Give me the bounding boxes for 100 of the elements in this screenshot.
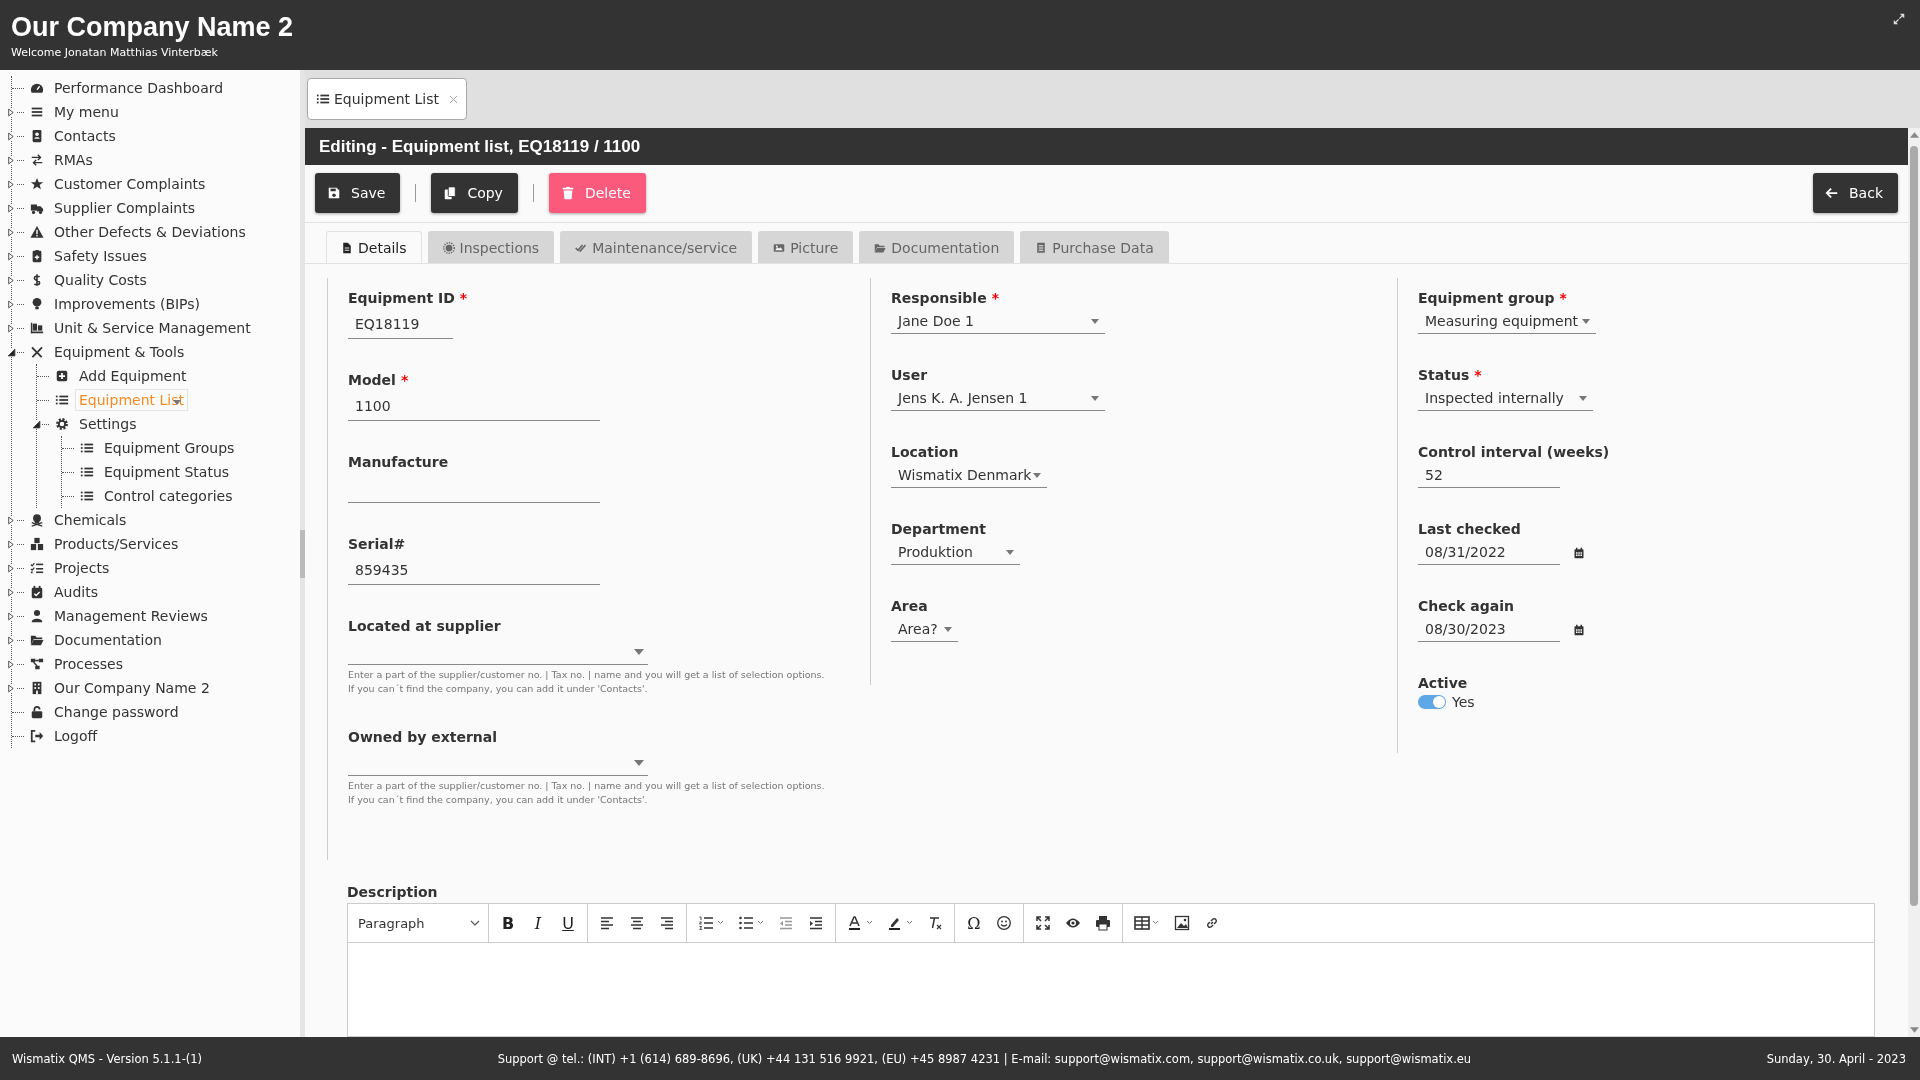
date-text: Sunday, 30. April - 2023 [1766, 1051, 1906, 1066]
fullscreen-icon[interactable] [1892, 12, 1906, 26]
welcome-text: Welcome Jonatan Matthias Vinterbæk [11, 46, 219, 59]
bullet-list-icon[interactable] [737, 915, 765, 931]
scroll-up-icon[interactable] [1909, 132, 1919, 138]
sidebar-item[interactable]: Chemicals [50, 509, 131, 531]
sidebar-item[interactable]: Quality Costs [50, 269, 151, 291]
dropdown[interactable]: Area? [891, 617, 959, 642]
field-label: Serial# [348, 536, 406, 552]
font-color-icon[interactable] [846, 915, 874, 931]
dropdown[interactable]: Produktion [891, 540, 1020, 565]
text-field[interactable]: 859435 [348, 555, 601, 585]
receipt-icon [1035, 241, 1048, 254]
plus-square-icon [55, 369, 69, 383]
sidebar-item[interactable]: My menu [50, 101, 123, 123]
field-label: Control interval (weeks) [1418, 444, 1610, 460]
sidebar-item[interactable]: RMAs [50, 149, 97, 171]
toggle-switch[interactable] [1418, 695, 1446, 709]
back-button[interactable]: Back [1813, 173, 1898, 213]
text-field[interactable]: 1100 [348, 391, 601, 421]
dropdown[interactable]: Jens K. A. Jensen 1 [891, 386, 1106, 411]
emoji-icon[interactable] [995, 915, 1013, 931]
sidebar-item[interactable]: Unit & Service Management [50, 317, 255, 339]
print-icon[interactable] [1094, 915, 1112, 931]
text-field[interactable]: 52 [1418, 463, 1561, 488]
format-dropdown[interactable]: Paragraph [348, 904, 489, 942]
scrollbar[interactable] [1908, 128, 1920, 1037]
special-character-button[interactable]: Ω [965, 913, 983, 933]
clipboard-icon [30, 249, 44, 263]
field-label: Manufacture [348, 454, 449, 470]
align-center-icon[interactable] [628, 915, 646, 931]
underline-button[interactable]: U [559, 913, 577, 933]
document-icon [341, 241, 353, 254]
dropdown[interactable]: Measuring equipment [1418, 309, 1596, 334]
sidebar-item[interactable]: Audits [50, 581, 102, 603]
sidebar-item[interactable]: Supplier Complaints [50, 197, 199, 219]
save-button[interactable]: Save [315, 173, 401, 213]
sidebar-item[interactable]: Contacts [50, 125, 120, 147]
sidebar-item[interactable]: Our Company Name 2 [50, 677, 214, 699]
tab[interactable]: Picture [758, 231, 854, 263]
chevron-icon [470, 920, 480, 926]
tab[interactable]: Documentation [859, 231, 1015, 263]
outdent-icon[interactable] [777, 915, 795, 931]
list-icon [316, 92, 330, 106]
contact-card-icon [30, 129, 44, 143]
required-mark: * [459, 290, 468, 306]
scrollbar[interactable] [300, 70, 305, 1037]
bold-button[interactable]: B [499, 913, 517, 933]
sidebar-item[interactable]: Projects [50, 557, 114, 579]
field-label: Location [891, 444, 959, 460]
sidebar-item[interactable]: Documentation [50, 629, 166, 651]
sidebar-item[interactable]: Equipment & Tools [50, 341, 189, 363]
table-icon[interactable] [1133, 915, 1161, 931]
sidebar-item[interactable]: Add Equipment [75, 365, 191, 387]
sidebar-item[interactable]: Equipment Groups [100, 437, 239, 459]
dropdown[interactable]: Wismatix Denmark [891, 463, 1047, 488]
sidebar-item[interactable]: Safety Issues [50, 245, 151, 267]
copy-button[interactable]: Copy [431, 173, 518, 213]
calendar-icon[interactable] [1573, 623, 1586, 636]
sidebar-item[interactable]: Performance Dashboard [50, 77, 228, 99]
date-field[interactable]: 08/31/2022 [1418, 540, 1561, 565]
highlighter-icon[interactable] [886, 915, 914, 931]
sidebar-item[interactable]: Products/Services [50, 533, 183, 555]
tab[interactable]: Purchase Data [1020, 231, 1169, 263]
sidebar-item[interactable]: Customer Complaints [50, 173, 210, 195]
sidebar-item[interactable]: Control categories [100, 485, 237, 507]
indent-icon[interactable] [807, 915, 825, 931]
sidebar-item[interactable]: Logoff [50, 725, 102, 747]
tab[interactable]: Maintenance/service [560, 231, 753, 263]
fullscreen-icon[interactable] [1034, 915, 1052, 931]
dropdown[interactable]: Inspected internally [1418, 386, 1594, 411]
scroll-down-icon[interactable] [1909, 1027, 1919, 1033]
align-right-icon[interactable] [658, 915, 676, 931]
calendar-icon[interactable] [1573, 546, 1586, 559]
open-tab[interactable]: Equipment List [307, 78, 467, 120]
tab[interactable]: Details [326, 231, 422, 263]
rich-text-editor[interactable]: Paragraph B I U Ω [347, 903, 1875, 1037]
italic-button[interactable]: I [529, 913, 547, 933]
text-field[interactable]: EQ18119 [348, 309, 454, 339]
version-text: Wismatix QMS - Version 5.1.1-(1) [12, 1051, 203, 1066]
calendar-check-icon [30, 585, 44, 599]
sidebar-item[interactable]: Other Defects & Deviations [50, 221, 250, 243]
arrows-icon [30, 153, 44, 167]
numbered-list-icon[interactable] [697, 915, 725, 931]
tab[interactable]: Inspections [427, 231, 555, 263]
sidebar-item[interactable]: Change password [50, 701, 183, 723]
date-field[interactable]: 08/30/2023 [1418, 617, 1561, 642]
gear-icon [442, 241, 455, 254]
sidebar-item[interactable]: Equipment Status [100, 461, 234, 483]
sidebar-item[interactable]: Processes [50, 653, 127, 675]
field-label: Area [891, 598, 928, 614]
field-label: Description [347, 884, 439, 900]
image-icon[interactable] [1173, 915, 1191, 931]
field-label: User [891, 367, 928, 383]
sidebar-item[interactable]: Management Reviews [50, 605, 212, 627]
align-left-icon[interactable] [598, 915, 616, 931]
sidebar-item[interactable]: Settings [75, 413, 141, 435]
building-icon [30, 681, 44, 695]
dropdown[interactable]: Jane Doe 1 [891, 309, 1106, 334]
sidebar-item[interactable]: Improvements (BIPs) [50, 293, 205, 315]
